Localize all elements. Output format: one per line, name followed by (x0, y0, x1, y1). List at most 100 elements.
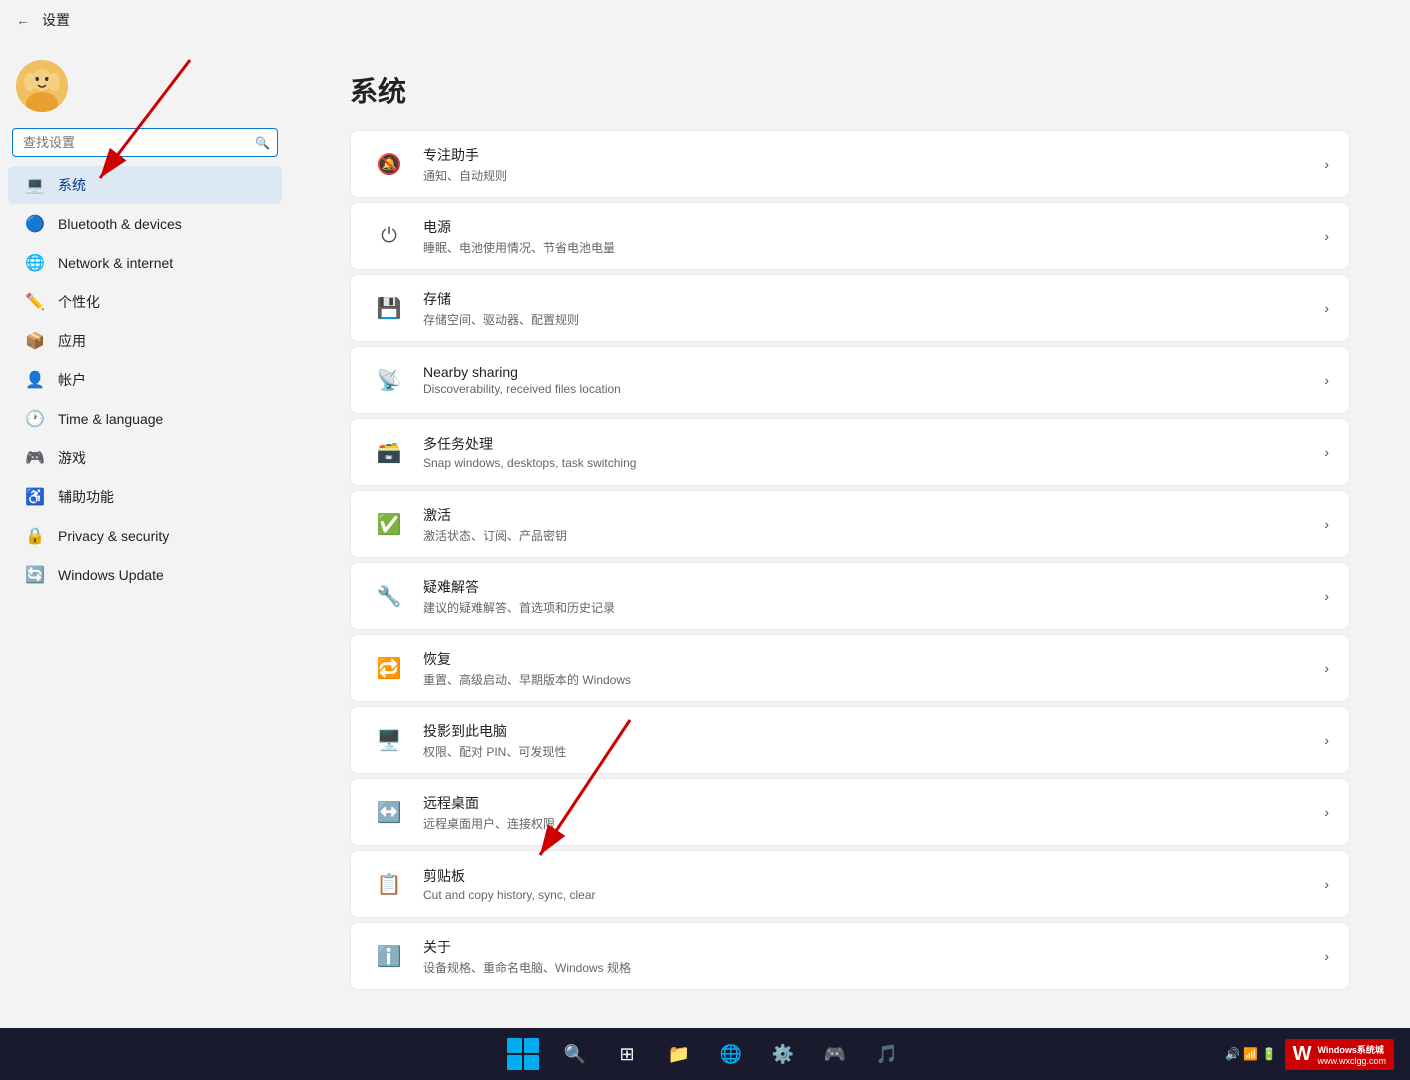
search-taskbar-button[interactable]: 🔍 (557, 1036, 593, 1072)
settings-item-clipboard[interactable]: 📋 剪贴板 Cut and copy history, sync, clear … (350, 850, 1350, 918)
settings-subtitle-focus: 通知、自动规则 (423, 167, 1308, 184)
windows-logo (507, 1038, 539, 1070)
settings-item-troubleshoot[interactable]: 🔧 疑难解答 建议的疑难解答、首选项和历史记录 › (350, 562, 1350, 630)
sidebar-item-network[interactable]: 🌐 Network & internet (8, 244, 282, 282)
sidebar-item-apps[interactable]: 📦 应用 (8, 322, 282, 360)
search-icon: 🔍 (255, 136, 270, 150)
sidebar-label-bluetooth: Bluetooth & devices (58, 216, 182, 232)
settings-subtitle-troubleshoot: 建议的疑难解答、首选项和历史记录 (423, 599, 1308, 616)
settings-title-troubleshoot: 疑难解答 (423, 577, 1308, 597)
sidebar-icon-network: 🌐 (24, 252, 46, 274)
task-view-button[interactable]: ⊞ (609, 1036, 645, 1072)
settings-title-multitask: 多任务处理 (423, 434, 1308, 454)
settings-text-recovery: 恢复 重置、高级启动、早期版本的 Windows (407, 649, 1324, 688)
settings-icon-activation: ✅ (371, 506, 407, 542)
settings-icon-remote: ↔️ (371, 794, 407, 830)
game-taskbar-button[interactable]: 🎮 (817, 1036, 853, 1072)
sidebar-icon-accounts: 👤 (24, 369, 46, 391)
sidebar-item-accessibility[interactable]: ♿ 辅助功能 (8, 478, 282, 516)
settings-chevron-focus: › (1324, 156, 1329, 172)
settings-title-nearby: Nearby sharing (423, 364, 1308, 380)
sidebar-item-personalization[interactable]: ✏️ 个性化 (8, 283, 282, 321)
user-avatar-area (0, 48, 290, 128)
sidebar-label-gaming: 游戏 (58, 448, 86, 468)
taskbar-center: 🔍 ⊞ 📁 🌐 ⚙️ 🎮 🎵 (505, 1036, 905, 1072)
search-box[interactable]: 🔍 (12, 128, 278, 157)
settings-subtitle-storage: 存储空间、驱动器、配置规则 (423, 311, 1308, 328)
settings-subtitle-project: 权限、配对 PIN、可发现性 (423, 743, 1308, 760)
sidebar-item-accounts[interactable]: 👤 帐户 (8, 361, 282, 399)
settings-subtitle-nearby: Discoverability, received files location (423, 382, 1308, 396)
sidebar-item-gaming[interactable]: 🎮 游戏 (8, 439, 282, 477)
settings-subtitle-remote: 远程桌面用户、连接权限 (423, 815, 1308, 832)
title-bar: ← 设置 (0, 0, 1410, 40)
settings-item-nearby[interactable]: 📡 Nearby sharing Discoverability, receiv… (350, 346, 1350, 414)
settings-title-project: 投影到此电脑 (423, 721, 1308, 741)
settings-item-focus[interactable]: 🔕 专注助手 通知、自动规则 › (350, 130, 1350, 198)
settings-taskbar-button[interactable]: ⚙️ (765, 1036, 801, 1072)
sidebar-icon-apps: 📦 (24, 330, 46, 352)
settings-chevron-power: › (1324, 228, 1329, 244)
media-taskbar-button[interactable]: 🎵 (869, 1036, 905, 1072)
settings-title-storage: 存储 (423, 289, 1308, 309)
settings-icon-storage: 💾 (371, 290, 407, 326)
search-input[interactable] (12, 128, 278, 157)
settings-item-recovery[interactable]: 🔁 恢复 重置、高级启动、早期版本的 Windows › (350, 634, 1350, 702)
settings-item-storage[interactable]: 💾 存储 存储空间、驱动器、配置规则 › (350, 274, 1350, 342)
settings-title-clipboard: 剪贴板 (423, 866, 1308, 886)
settings-subtitle-about: 设备规格、重命名电脑、Windows 规格 (423, 959, 1308, 976)
sidebar-item-privacy[interactable]: 🔒 Privacy & security (8, 517, 282, 555)
sidebar-icon-update: 🔄 (24, 564, 46, 586)
settings-title-about: 关于 (423, 937, 1308, 957)
settings-icon-focus: 🔕 (371, 146, 407, 182)
sidebar-item-time[interactable]: 🕐 Time & language (8, 400, 282, 438)
taskbar-right: 🔊 📶 🔋 W Windows系统城 www.wxclgg.com (1225, 1039, 1394, 1070)
settings-item-remote[interactable]: ↔️ 远程桌面 远程桌面用户、连接权限 › (350, 778, 1350, 846)
sidebar-item-bluetooth[interactable]: 🔵 Bluetooth & devices (8, 205, 282, 243)
settings-text-troubleshoot: 疑难解答 建议的疑难解答、首选项和历史记录 (407, 577, 1324, 616)
sidebar-icon-bluetooth: 🔵 (24, 213, 46, 235)
window-title: 设置 (42, 10, 70, 30)
settings-chevron-multitask: › (1324, 444, 1329, 460)
settings-subtitle-clipboard: Cut and copy history, sync, clear (423, 888, 1308, 902)
settings-text-multitask: 多任务处理 Snap windows, desktops, task switc… (407, 434, 1324, 470)
settings-item-power[interactable]: ⏻ 电源 睡眠、电池使用情况、节省电池电量 › (350, 202, 1350, 270)
settings-chevron-recovery: › (1324, 660, 1329, 676)
back-button[interactable]: ← (16, 12, 30, 28)
settings-title-activation: 激活 (423, 505, 1308, 525)
settings-chevron-about: › (1324, 948, 1329, 964)
settings-list: 🔕 专注助手 通知、自动规则 › ⏻ 电源 睡眠、电池使用情况、节省电池电量 ›… (350, 130, 1350, 990)
settings-text-remote: 远程桌面 远程桌面用户、连接权限 (407, 793, 1324, 832)
sidebar: 🔍 💻 系统 🔵 Bluetooth & devices 🌐 Network &… (0, 40, 290, 1028)
settings-chevron-troubleshoot: › (1324, 588, 1329, 604)
settings-item-project[interactable]: 🖥️ 投影到此电脑 权限、配对 PIN、可发现性 › (350, 706, 1350, 774)
settings-subtitle-multitask: Snap windows, desktops, task switching (423, 456, 1308, 470)
start-button[interactable] (505, 1036, 541, 1072)
settings-item-multitask[interactable]: 🗃️ 多任务处理 Snap windows, desktops, task sw… (350, 418, 1350, 486)
sidebar-label-accounts: 帐户 (58, 370, 86, 390)
settings-chevron-storage: › (1324, 300, 1329, 316)
taskbar: 🔍 ⊞ 📁 🌐 ⚙️ 🎮 🎵 🔊 📶 🔋 W Windows系统城 www.wx… (0, 1028, 1410, 1080)
settings-item-activation[interactable]: ✅ 激活 激活状态、订阅、产品密钥 › (350, 490, 1350, 558)
watermark-logo: W (1293, 1043, 1312, 1066)
settings-title-remote: 远程桌面 (423, 793, 1308, 813)
settings-item-about[interactable]: ℹ️ 关于 设备规格、重命名电脑、Windows 规格 › (350, 922, 1350, 990)
settings-text-power: 电源 睡眠、电池使用情况、节省电池电量 (407, 217, 1324, 256)
sidebar-icon-time: 🕐 (24, 408, 46, 430)
file-explorer-button[interactable]: 📁 (661, 1036, 697, 1072)
main-content: 系统 🔕 专注助手 通知、自动规则 › ⏻ 电源 睡眠、电池使用情况、节省电池电… (290, 40, 1410, 1028)
settings-icon-nearby: 📡 (371, 362, 407, 398)
sidebar-item-update[interactable]: 🔄 Windows Update (8, 556, 282, 594)
watermark-brand: Windows系统城 (1317, 1043, 1386, 1056)
sidebar-icon-accessibility: ♿ (24, 486, 46, 508)
settings-text-about: 关于 设备规格、重命名电脑、Windows 规格 (407, 937, 1324, 976)
settings-icon-project: 🖥️ (371, 722, 407, 758)
page-title: 系统 (350, 70, 1350, 110)
sidebar-label-personalization: 个性化 (58, 292, 100, 312)
browser-button[interactable]: 🌐 (713, 1036, 749, 1072)
sidebar-label-apps: 应用 (58, 331, 86, 351)
sidebar-item-system[interactable]: 💻 系统 (8, 166, 282, 204)
settings-subtitle-recovery: 重置、高级启动、早期版本的 Windows (423, 671, 1308, 688)
sidebar-icon-gaming: 🎮 (24, 447, 46, 469)
sidebar-label-system: 系统 (58, 175, 86, 195)
